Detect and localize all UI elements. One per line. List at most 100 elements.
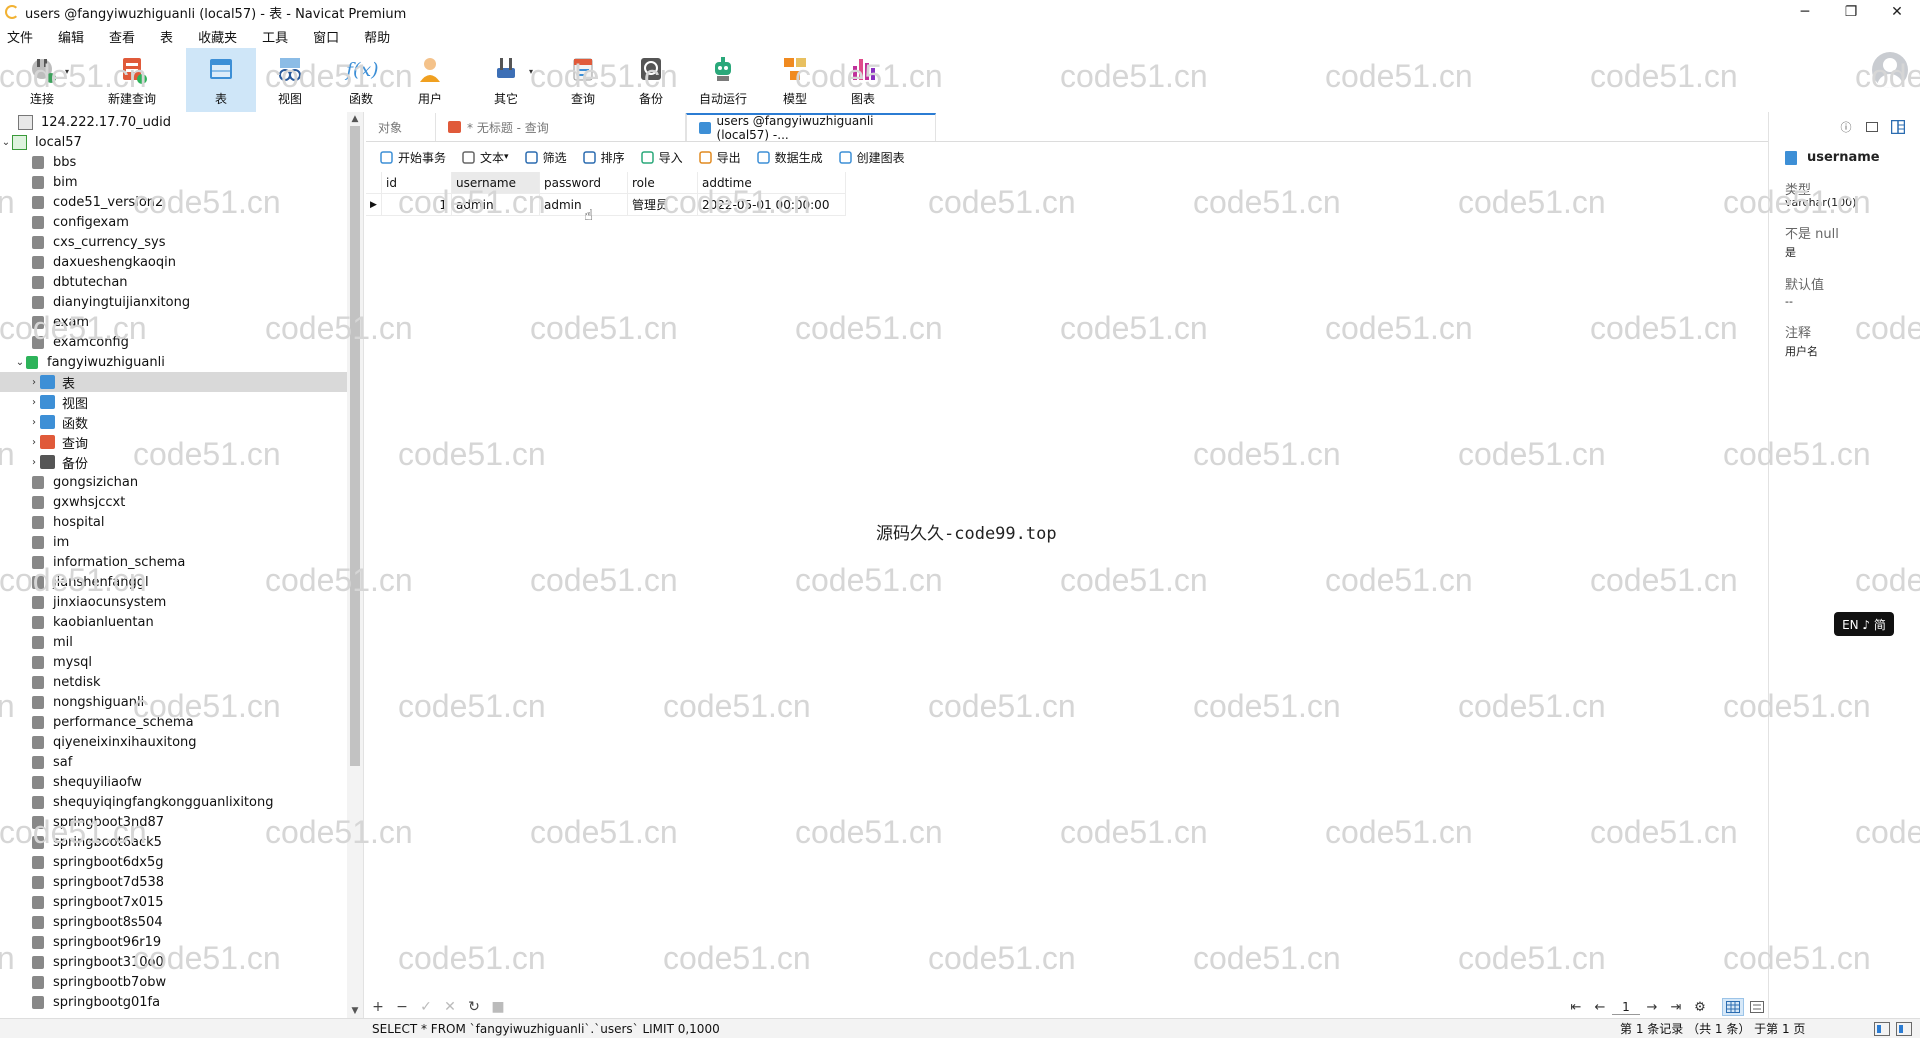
database-information_schema[interactable]: information_schema (0, 552, 348, 572)
stop-button[interactable]: ■ (486, 999, 510, 1015)
toolbar-button-tools[interactable]: ▾ 其它 (474, 48, 538, 112)
menu-item[interactable]: 窗口 (301, 27, 351, 46)
database-springboot3nd87[interactable]: springboot3nd87 (0, 812, 348, 832)
database-springboot8s504[interactable]: springboot8s504 (0, 912, 348, 932)
expand-arrow-icon[interactable]: › (28, 457, 40, 468)
toolbar-button-view[interactable]: 视图 (258, 48, 322, 112)
database-qiyeneixinxihauxitong[interactable]: qiyeneixinxihauxitong (0, 732, 348, 752)
account-avatar[interactable] (1872, 52, 1908, 88)
layout-icon[interactable] (1890, 119, 1906, 135)
database-shequyiliaofw[interactable]: shequyiliaofw (0, 772, 348, 792)
grid-cell-username[interactable]: admin (452, 194, 540, 216)
close-button[interactable]: ✕ (1874, 0, 1920, 24)
toggle-right-pane-icon[interactable] (1896, 1021, 1912, 1036)
toolbar-data-generate-button[interactable]: 数据生成 (749, 145, 831, 169)
next-page-button[interactable]: → (1640, 1000, 1664, 1015)
info-icon[interactable]: ⓘ (1838, 119, 1854, 135)
database-shequyiqingfangkongguanlixitong[interactable]: shequyiqingfangkongguanlixitong (0, 792, 348, 812)
discard-changes-button[interactable]: ✕ (438, 999, 462, 1015)
grid-cell-addtime[interactable]: 2022-05-01 00:00:00 (698, 194, 846, 216)
toolbar-button-query[interactable]: 查询 (554, 48, 612, 112)
database-gxwhsjccxt[interactable]: gxwhsjccxt (0, 492, 348, 512)
database-nongshiguanli[interactable]: nongshiguanli (0, 692, 348, 712)
database-bbs[interactable]: bbs (0, 152, 348, 172)
database-springboot6ack5[interactable]: springboot6ack5 (0, 832, 348, 852)
toolbar-create-chart-button[interactable]: 创建图表 (831, 145, 913, 169)
form-view-button[interactable] (1746, 998, 1768, 1016)
tree-node-backup[interactable]: › 备份 (0, 452, 348, 472)
tree-node-view[interactable]: › 视图 (0, 392, 348, 412)
toolbar-text-button[interactable]: 文本 ▾ (454, 145, 517, 169)
database-bim[interactable]: bim (0, 172, 348, 192)
column-header-addtime[interactable]: addtime (698, 172, 846, 194)
toolbar-filter-button[interactable]: 筛选 (517, 145, 575, 169)
database-performance_schema[interactable]: performance_schema (0, 712, 348, 732)
add-record-button[interactable]: + (366, 999, 390, 1015)
refresh-button[interactable]: ↻ (462, 999, 486, 1015)
expand-arrow-open-icon[interactable]: ⌄ (0, 137, 12, 148)
scroll-up-icon[interactable]: ▲ (347, 114, 363, 124)
toolbar-sort-button[interactable]: 排序 (575, 145, 633, 169)
toolbar-button-user[interactable]: 用户 (398, 48, 462, 112)
database-fangyiwuzhiguanli[interactable]: ⌄ fangyiwuzhiguanli (0, 352, 348, 372)
database-springbootb7obw[interactable]: springbootb7obw (0, 972, 348, 992)
database-springboot6dx5g[interactable]: springboot6dx5g (0, 852, 348, 872)
scroll-down-icon[interactable]: ▼ (347, 1006, 363, 1016)
connection-local57[interactable]: ⌄ local57 (0, 132, 348, 152)
database-springboot96r19[interactable]: springboot96r19 (0, 932, 348, 952)
tree-node-query[interactable]: › 查询 (0, 432, 348, 452)
apply-changes-button[interactable]: ✓ (414, 999, 438, 1015)
maximize-button[interactable]: ❐ (1828, 0, 1874, 24)
database-gongsizichan[interactable]: gongsizichan (0, 472, 348, 492)
toolbar-button-robot[interactable]: 自动运行 (690, 48, 756, 112)
toggle-left-pane-icon[interactable] (1874, 1021, 1890, 1036)
page-number-input[interactable]: 1 (1612, 1000, 1640, 1015)
column-header-password[interactable]: password (540, 172, 628, 194)
database-hospital[interactable]: hospital (0, 512, 348, 532)
database-saf[interactable]: saf (0, 752, 348, 772)
database-springbootg01fa[interactable]: springbootg01fa (0, 992, 348, 1012)
menu-item[interactable]: 表 (148, 27, 185, 46)
expand-arrow-icon[interactable]: › (28, 397, 40, 408)
database-springboot7x015[interactable]: springboot7x015 (0, 892, 348, 912)
column-header-id[interactable]: id (382, 172, 452, 194)
database-mil[interactable]: mil (0, 632, 348, 652)
toolbar-button-table[interactable]: 表 (186, 48, 256, 112)
database-daxueshengkaoqin[interactable]: daxueshengkaoqin (0, 252, 348, 272)
database-dbtutechan[interactable]: dbtutechan (0, 272, 348, 292)
tab-untitled-query[interactable]: * 无标题 - 查询 (436, 113, 686, 141)
delete-record-button[interactable]: − (390, 999, 414, 1015)
expand-arrow-icon[interactable]: › (28, 417, 40, 428)
toolbar-button-chart[interactable]: 图表 (838, 48, 888, 112)
database-configexam[interactable]: configexam (0, 212, 348, 232)
database-kaobianluentan[interactable]: kaobianluentan (0, 612, 348, 632)
database-jianshenfanggl[interactable]: jianshenfanggl (0, 572, 348, 592)
database-cxs_currency_sys[interactable]: cxs_currency_sys (0, 232, 348, 252)
toolbar-button-model[interactable]: 模型 (768, 48, 822, 112)
menu-item[interactable]: 帮助 (352, 27, 402, 46)
column-header-role[interactable]: role (628, 172, 698, 194)
expand-arrow-icon[interactable]: › (28, 437, 40, 448)
connection-124-222-17-70-udid[interactable]: 124.222.17.70_udid (0, 112, 348, 132)
menu-item[interactable]: 收藏夹 (186, 27, 249, 46)
database-im[interactable]: im (0, 532, 348, 552)
column-header-username[interactable]: username (452, 172, 540, 194)
table-row[interactable]: ▶ 1 admin admin 管理员 2022-05-01 00:00:00 (366, 194, 846, 216)
database-jinxiaocunsystem[interactable]: jinxiaocunsystem (0, 592, 348, 612)
toolbar-import-button[interactable]: 导入 (633, 145, 691, 169)
chevron-down-icon[interactable]: ▾ (529, 67, 533, 76)
menu-item[interactable]: 查看 (97, 27, 147, 46)
grid-cell-role[interactable]: 管理员 (628, 194, 698, 216)
toolbar-button-function[interactable]: f(x) 函数 (330, 48, 392, 112)
menu-item[interactable]: 工具 (250, 27, 300, 46)
chevron-down-icon[interactable]: ▾ (504, 152, 509, 162)
database-dianyingtuijianxitong[interactable]: dianyingtuijianxitong (0, 292, 348, 312)
grid-view-button[interactable] (1722, 998, 1744, 1016)
prev-page-button[interactable]: ← (1588, 1000, 1612, 1015)
database-exam[interactable]: exam (0, 312, 348, 332)
database-springboot7d538[interactable]: springboot7d538 (0, 872, 348, 892)
settings-icon[interactable]: ⚙ (1688, 1000, 1712, 1015)
ddl-icon[interactable] (1864, 119, 1880, 135)
toolbar-export-button[interactable]: 导出 (691, 145, 749, 169)
tree-node-function[interactable]: › 函数 (0, 412, 348, 432)
